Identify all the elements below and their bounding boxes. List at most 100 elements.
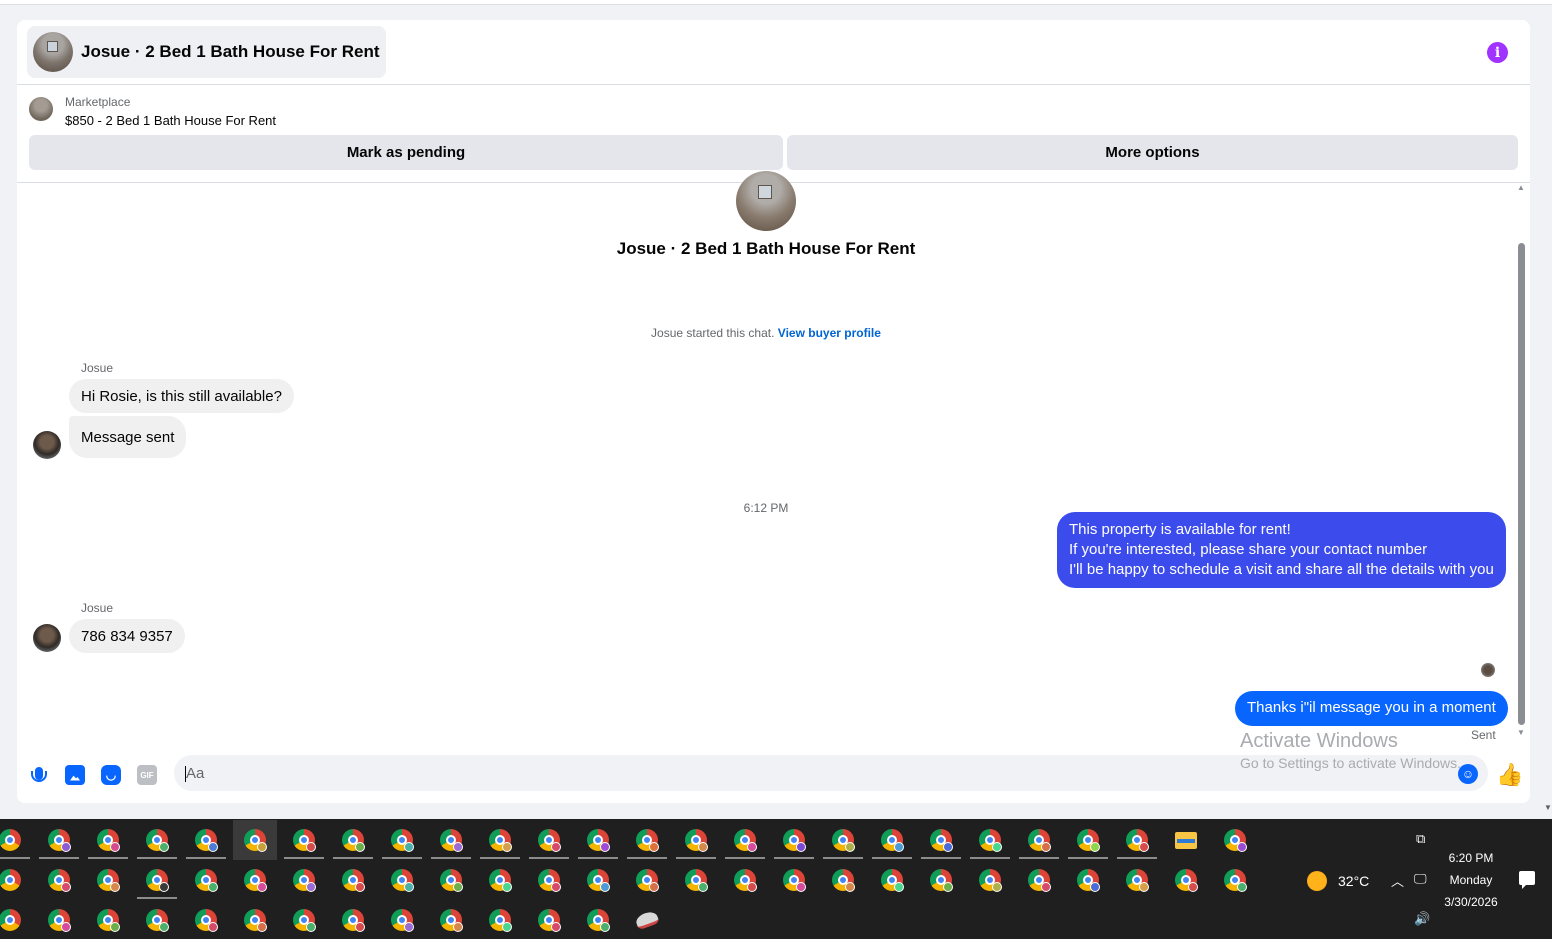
- chrome-icon[interactable]: [919, 860, 963, 900]
- weather-widget[interactable]: 32°C: [1307, 871, 1369, 891]
- info-icon[interactable]: i: [1487, 42, 1508, 63]
- clock-date[interactable]: 3/30/2026: [1428, 895, 1514, 909]
- chrome-icon[interactable]: [429, 860, 473, 900]
- message-input[interactable]: [174, 755, 1488, 791]
- chrome-icon[interactable]: [1017, 820, 1061, 860]
- chrome-icon[interactable]: [1066, 860, 1110, 900]
- page-scroll-down-arrow[interactable]: ▼: [1544, 803, 1552, 812]
- chrome-icon[interactable]: [674, 820, 718, 860]
- chrome-icon[interactable]: [1017, 860, 1061, 900]
- sender-avatar[interactable]: [33, 624, 61, 652]
- thumbs-up-icon[interactable]: 👍: [1496, 762, 1523, 788]
- emoji-icon[interactable]: ☺: [1458, 764, 1478, 784]
- chrome-icon[interactable]: [1066, 820, 1110, 860]
- chrome-icon[interactable]: [331, 900, 375, 939]
- paint-icon[interactable]: [625, 900, 669, 939]
- conversation-title-button[interactable]: Josue · 2 Bed 1 Bath House For Rent: [27, 26, 386, 78]
- sender-avatar[interactable]: [33, 431, 61, 459]
- chrome-icon[interactable]: [0, 900, 32, 939]
- chrome-icon[interactable]: [233, 820, 277, 860]
- chrome-icon[interactable]: [135, 860, 179, 900]
- chrome-icon[interactable]: [576, 900, 620, 939]
- chrome-icon[interactable]: [37, 860, 81, 900]
- chrome-icon[interactable]: [723, 820, 767, 860]
- chrome-icon[interactable]: [478, 820, 522, 860]
- photo-icon[interactable]: [65, 765, 85, 785]
- chrome-icon[interactable]: [0, 820, 32, 860]
- network-icon[interactable]: 🖵: [1414, 871, 1427, 887]
- chrome-icon[interactable]: [625, 820, 669, 860]
- chrome-icon[interactable]: [1164, 860, 1208, 900]
- file-explorer-icon[interactable]: [1164, 820, 1208, 860]
- chrome-icon[interactable]: [184, 820, 228, 860]
- chrome-icon[interactable]: [576, 860, 620, 900]
- chrome-icon[interactable]: [233, 900, 277, 939]
- scroll-down-arrow[interactable]: ▼: [1517, 728, 1525, 737]
- chrome-icon[interactable]: [37, 820, 81, 860]
- clock-time[interactable]: 6:20 PM: [1428, 851, 1514, 865]
- chrome-icon[interactable]: [184, 860, 228, 900]
- scroll-up-arrow[interactable]: ▲: [1517, 183, 1525, 192]
- chrome-icon[interactable]: [625, 860, 669, 900]
- chrome-icon[interactable]: [723, 860, 767, 900]
- chrome-icon[interactable]: [233, 860, 277, 900]
- chrome-icon[interactable]: [968, 820, 1012, 860]
- chrome-icon[interactable]: [86, 900, 130, 939]
- chrome-icon[interactable]: [429, 900, 473, 939]
- chrome-icon[interactable]: [0, 860, 32, 900]
- chrome-icon[interactable]: [576, 820, 620, 860]
- chrome-icon[interactable]: [429, 820, 473, 860]
- outgoing-message-bubble[interactable]: This property is available for rent! If …: [1057, 512, 1506, 588]
- chrome-icon[interactable]: [870, 820, 914, 860]
- chrome-icon[interactable]: [674, 860, 718, 900]
- gif-icon[interactable]: GIF: [137, 765, 157, 785]
- chrome-icon[interactable]: [380, 820, 424, 860]
- chrome-icon[interactable]: [135, 900, 179, 939]
- chrome-icon[interactable]: [919, 820, 963, 860]
- chrome-icon[interactable]: [1213, 860, 1257, 900]
- view-buyer-profile-link[interactable]: View buyer profile: [778, 326, 881, 340]
- chrome-icon[interactable]: [184, 900, 228, 939]
- clock-day[interactable]: Monday: [1428, 873, 1514, 887]
- chrome-icon[interactable]: [772, 860, 816, 900]
- volume-icon[interactable]: 🔊: [1414, 911, 1430, 927]
- chrome-icon[interactable]: [135, 820, 179, 860]
- chrome-icon[interactable]: [527, 820, 571, 860]
- chrome-icon[interactable]: [282, 900, 326, 939]
- chrome-icon[interactable]: [282, 860, 326, 900]
- chrome-icon[interactable]: [282, 820, 326, 860]
- chrome-icon[interactable]: [1115, 860, 1159, 900]
- mark-as-pending-button[interactable]: Mark as pending: [29, 135, 783, 170]
- chrome-icon[interactable]: [1213, 820, 1257, 860]
- chrome-icon[interactable]: [331, 860, 375, 900]
- chrome-icon[interactable]: [1115, 820, 1159, 860]
- outgoing-message-bubble[interactable]: Thanks i"il message you in a moment: [1235, 691, 1508, 726]
- chevron-up-icon[interactable]: ︿: [1391, 871, 1404, 890]
- chrome-icon[interactable]: [478, 900, 522, 939]
- chrome-icon[interactable]: [86, 820, 130, 860]
- message-thread[interactable]: Josue · 2 Bed 1 Bath House For Rent Josu…: [17, 171, 1530, 753]
- notification-icon[interactable]: [1519, 871, 1535, 889]
- message-bubble[interactable]: 786 834 9357: [69, 619, 185, 653]
- sticker-icon[interactable]: [101, 765, 121, 785]
- chrome-icon[interactable]: [86, 860, 130, 900]
- chrome-icon[interactable]: [821, 820, 865, 860]
- chrome-icon[interactable]: [380, 900, 424, 939]
- chrome-icon[interactable]: [772, 820, 816, 860]
- microphone-icon[interactable]: [29, 765, 49, 785]
- chrome-icon[interactable]: [478, 860, 522, 900]
- listing-title[interactable]: $850 - 2 Bed 1 Bath House For Rent: [65, 113, 276, 128]
- more-options-button[interactable]: More options: [787, 135, 1518, 170]
- chrome-icon[interactable]: [380, 860, 424, 900]
- listing-thumbnail[interactable]: [29, 97, 53, 121]
- chrome-icon[interactable]: [821, 860, 865, 900]
- scroll-thumb[interactable]: [1518, 243, 1525, 725]
- chrome-icon[interactable]: [527, 860, 571, 900]
- thread-scrollbar[interactable]: ▲ ▼: [1515, 183, 1527, 753]
- chrome-icon[interactable]: [527, 900, 571, 939]
- message-bubble[interactable]: Message sent: [69, 416, 187, 458]
- meet-now-icon[interactable]: ⧉: [1416, 831, 1425, 847]
- chrome-icon[interactable]: [968, 860, 1012, 900]
- message-bubble[interactable]: Hi Rosie, is this still available?: [69, 379, 294, 413]
- chrome-icon[interactable]: [37, 900, 81, 939]
